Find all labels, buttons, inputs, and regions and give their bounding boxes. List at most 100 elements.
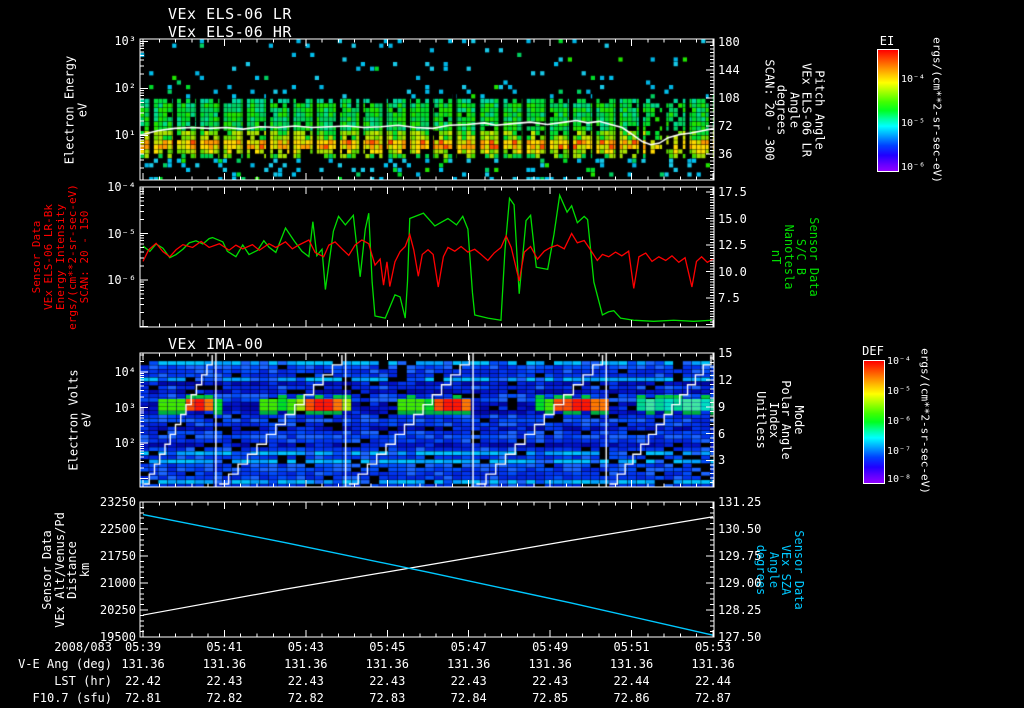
ephemeris-value: 22.44 [694, 674, 732, 688]
axis-label-line: Electron Volts [66, 369, 81, 471]
axis-label-line: VEx ELS-06 LR [799, 63, 814, 157]
axis-label-line: degrees [754, 544, 769, 596]
ephemeris-value: 131.36 [284, 657, 328, 671]
ephemeris-value: 72.84 [450, 691, 487, 705]
y-tick-label-right: 129.75 [718, 549, 762, 563]
y-tick-label-left: 10⁻⁵ [107, 226, 136, 241]
axis-label-line: Unitless [754, 391, 769, 449]
axis-label-line: nT [769, 249, 784, 265]
axis-label-line: Pitch Angle [812, 70, 827, 150]
axis-label-line: Mode [792, 405, 806, 435]
ephemeris-value: 22.43 [450, 674, 487, 688]
y-tick-label-right: 3 [718, 453, 726, 468]
plot-frame [139, 38, 715, 181]
ephemeris-value: 131.36 [691, 657, 735, 671]
y-tick-label-left: 23250 [99, 495, 136, 509]
y-tick-label-right: 36 [718, 147, 733, 161]
y-tick-label-right: 15 [718, 346, 733, 361]
axis-label-line: Electron Energy [62, 55, 77, 165]
y-tick-label-right: 127.50 [718, 630, 762, 644]
y-tick-label-left: 10² [114, 436, 136, 450]
y-tick-label-right: 17.5 [718, 185, 747, 199]
ephemeris-value: 72.82 [287, 691, 324, 705]
panel1-title-line1: VEx ELS-06 LR [168, 5, 292, 23]
axis-label-line: Angle [787, 91, 802, 129]
colorbar-ei [877, 49, 899, 172]
y-tick-label-left: 21000 [99, 576, 136, 590]
y-tick-label-left: 22500 [99, 522, 136, 536]
plot-frame [139, 352, 715, 488]
ephemeris-value: 72.86 [613, 691, 650, 705]
axis-label-line: Sensor Data [40, 530, 54, 610]
y-tick-label-right: 144 [718, 63, 740, 77]
colorbar-tick-label: 10⁻⁷ [887, 445, 912, 457]
axis-label-line: SCAN: 20 - 300 [762, 59, 777, 161]
axis-label-line: Angle [767, 551, 781, 589]
ephemeris-value: 72.83 [369, 691, 406, 705]
plot-frame [139, 501, 715, 638]
panel3-title: VEx IMA-00 [168, 335, 264, 353]
y-tick-label-left: 19500 [99, 630, 136, 644]
ephemeris-row-label: LST (hr) [54, 674, 112, 688]
axis-label-line: Polar Angle [779, 380, 794, 460]
ephemeris-value: 72.87 [694, 691, 732, 705]
y-tick-label-right: 108 [718, 91, 740, 105]
colorbar-tick-label: 10⁻⁶ [887, 416, 912, 428]
y-tick-label-right: 72 [718, 119, 733, 133]
ephemeris-value: 131.36 [365, 657, 409, 671]
time-tick-label: 05:51 [613, 640, 650, 654]
axis-label-line: eV [79, 412, 93, 428]
vex-science-plot-screen: VEx ELS-06 LR VEx ELS-06 HR VEx IMA-00 E… [0, 0, 1024, 708]
ephemeris-row-label: F10.7 (sfu) [32, 691, 112, 705]
axis-label-line: S/C B [794, 238, 809, 276]
ephemeris-value: 22.43 [206, 674, 243, 688]
ephemeris-row-label: V-E Ang (deg) [18, 657, 112, 671]
y-tick-label-left: 10⁻⁴ [107, 180, 136, 194]
ephemeris-value: 72.81 [124, 691, 162, 705]
y-tick-label-right: 15.0 [718, 211, 747, 226]
colorbar-tick-label: 10⁻⁵ [887, 385, 912, 397]
time-tick-label: 05:45 [369, 640, 406, 654]
y-tick-label-right: 131.25 [718, 495, 762, 509]
colorbar-def [863, 360, 885, 484]
y-tick-label-left: 10³ [114, 400, 136, 415]
axis-label-line: Index [767, 401, 781, 439]
y-tick-label-right: 129.00 [718, 576, 762, 590]
ephemeris-value: 72.85 [532, 691, 569, 705]
y-tick-label-left: 20250 [99, 603, 136, 617]
time-tick-label: 05:41 [206, 640, 243, 654]
ephemeris-value: 22.44 [613, 674, 650, 688]
ephemeris-value: 22.43 [532, 674, 569, 688]
axis-label-line: VEx SZA [779, 544, 794, 596]
ephemeris-value: 72.82 [206, 691, 243, 705]
y-tick-label-right: 10.0 [718, 264, 747, 279]
time-tick-label: 05:47 [450, 640, 487, 654]
time-tick-label: 05:49 [532, 640, 569, 654]
axis-label-line: eV [75, 102, 89, 118]
ephemeris-value: 131.36 [447, 657, 491, 671]
time-tick-label: 05:43 [287, 640, 324, 654]
y-tick-label-right: 128.25 [718, 603, 762, 617]
ephemeris-value: 22.42 [124, 674, 162, 688]
colorbar-def-title: DEF [862, 344, 884, 358]
colorbar-tick-label: 10⁻⁴ [887, 356, 912, 368]
y-tick-label-left: 10¹ [114, 128, 136, 143]
axis-label-line: SCAN: 20 - 150 [78, 210, 91, 304]
ephemeris-value: 131.36 [528, 657, 572, 671]
ephemeris-value: 131.36 [202, 657, 247, 671]
y-tick-label-left: 10⁴ [114, 365, 136, 379]
colorbar-tick-label: 10⁻⁸ [887, 473, 912, 485]
y-tick-label-right: 6 [718, 426, 726, 441]
y-tick-label-right: 12 [718, 373, 733, 388]
y-tick-label-right: 180 [718, 35, 740, 49]
y-tick-label-right: 9 [718, 399, 726, 414]
ephemeris-value: 22.43 [369, 674, 406, 688]
axis-label-line: Nanotesla [782, 224, 796, 290]
axis-label-line: Sensor Data [807, 217, 821, 297]
ephemeris-value: 22.43 [287, 674, 324, 688]
plot-frame [139, 186, 715, 328]
colorbar-ei-title: EI [879, 34, 895, 48]
axis-label-line: km [77, 562, 92, 578]
y-tick-label-right: 130.50 [718, 522, 762, 536]
colorbar-tick-label: 10⁻⁴ [901, 74, 926, 86]
